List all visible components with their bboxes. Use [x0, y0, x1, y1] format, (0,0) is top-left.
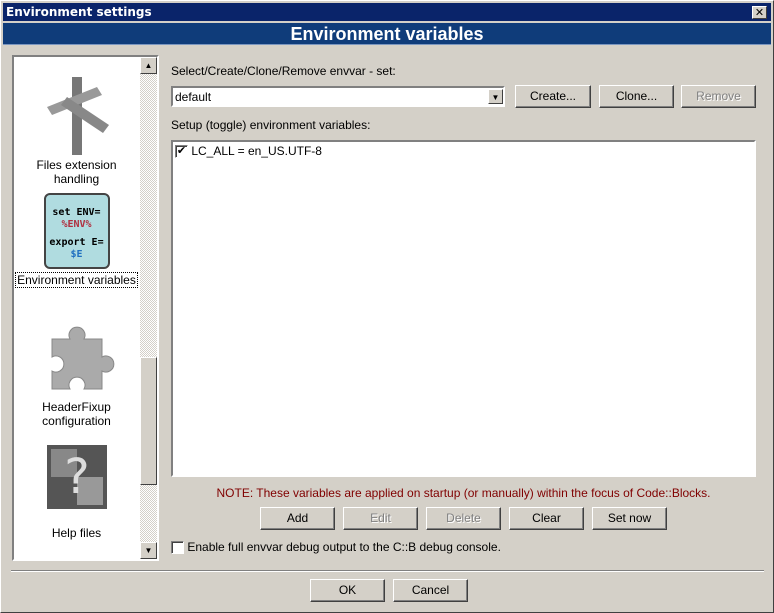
icon-text: set ENV= [52, 207, 101, 218]
title-bar: Environment settings ✕ [3, 3, 771, 21]
add-button[interactable]: Add [260, 507, 335, 530]
list-item-label: LC_ALL = en_US.UTF-8 [191, 144, 322, 158]
icon-text: %ENV% [61, 219, 92, 230]
envset-label: Select/Create/Clone/Remove envvar - set: [171, 64, 396, 78]
sidebar-item-files-extension[interactable]: Files extension handling [14, 67, 139, 186]
debug-label: Enable full envvar debug output to the C… [187, 540, 501, 554]
scroll-up-button[interactable]: ▲ [140, 57, 157, 74]
cancel-button[interactable]: Cancel [393, 579, 468, 602]
sidebar-item-environment-variables[interactable]: set ENV= %ENV% export E= $E Environment … [14, 193, 139, 288]
vars-label: Setup (toggle) environment variables: [171, 118, 371, 132]
env-vars-list[interactable]: ✔ LC_ALL = en_US.UTF-8 [171, 140, 756, 477]
sidebar-item-label: HeaderFixup configuration [42, 400, 111, 428]
envset-combo[interactable]: default ▼ [171, 86, 505, 107]
remove-button[interactable]: Remove [681, 85, 756, 108]
set-now-button[interactable]: Set now [592, 507, 667, 530]
list-item[interactable]: ✔ LC_ALL = en_US.UTF-8 [175, 144, 752, 159]
edit-button[interactable]: Edit [343, 507, 418, 530]
clone-button[interactable]: Clone... [599, 85, 674, 108]
environment-settings-dialog: Environment settings ✕ Environment varia… [0, 0, 774, 613]
script-scroll-icon: set ENV= %ENV% export E= $E [43, 193, 110, 269]
puzzle-icon [51, 326, 114, 390]
icon-text: export E= [49, 237, 104, 248]
svg-text:?: ? [64, 449, 89, 505]
chevron-down-icon[interactable]: ▼ [488, 89, 503, 104]
page-title: Environment variables [3, 23, 771, 45]
close-button[interactable]: ✕ [752, 6, 767, 19]
checkbox[interactable]: ✔ [175, 145, 188, 159]
create-button[interactable]: Create... [515, 85, 591, 108]
sidebar-item-help-files[interactable]: ? Help files [14, 437, 139, 540]
help-cube-icon: ? [46, 445, 107, 509]
signpost-icon [46, 77, 109, 155]
sidebar-item-label: Environment variables [15, 272, 138, 288]
icon-text: $E [70, 249, 83, 260]
debug-option[interactable]: Enable full envvar debug output to the C… [171, 540, 501, 555]
scrollbar-thumb[interactable] [140, 357, 157, 485]
delete-button[interactable]: Delete [426, 507, 501, 530]
clear-button[interactable]: Clear [509, 507, 584, 530]
ok-button[interactable]: OK [310, 579, 385, 602]
settings-category-list[interactable]: Files extension handling set ENV= %ENV% … [12, 55, 159, 561]
envset-value: default [175, 90, 212, 104]
sidebar-item-label: Help files [51, 526, 102, 540]
window-title: Environment settings [6, 5, 152, 19]
sidebar-item-headerfixup[interactable]: HeaderFixup configuration [14, 319, 139, 428]
debug-checkbox[interactable] [171, 541, 184, 555]
divider [11, 570, 764, 572]
note-text: NOTE: These variables are applied on sta… [216, 486, 711, 500]
sidebar-item-label: Files extension handling [36, 158, 117, 186]
scroll-down-button[interactable]: ▼ [140, 542, 157, 559]
sidebar-scrollbar[interactable]: ▲ ▼ [140, 57, 157, 559]
